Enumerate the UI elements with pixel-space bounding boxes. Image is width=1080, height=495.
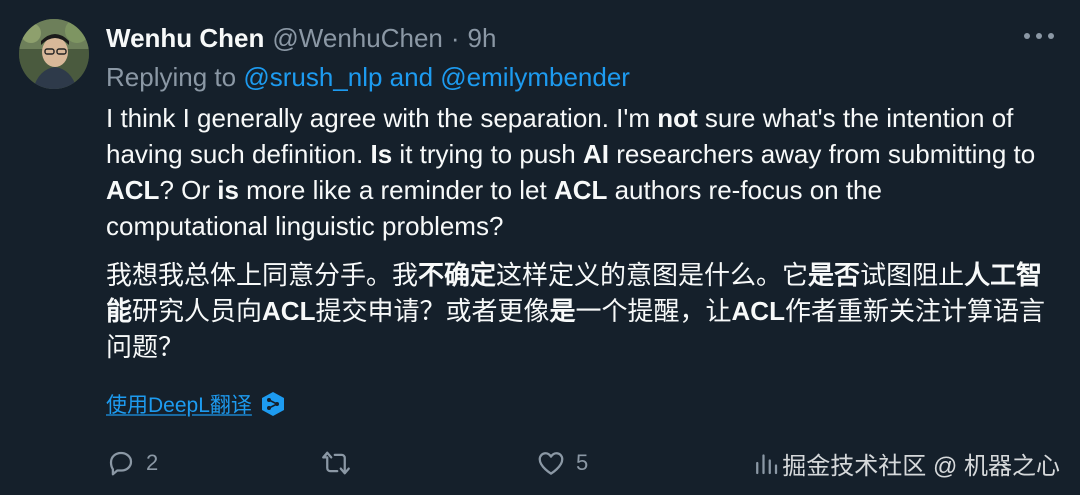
replying-to: Replying to @srush_nlp and @emilymbender: [106, 62, 630, 93]
text-bold: ACL: [262, 296, 316, 326]
reply-count: 2: [146, 450, 159, 475]
text-segment: I think I generally agree with the separ…: [106, 103, 658, 133]
text-segment: 研究人员向: [132, 296, 263, 326]
mention-link[interactable]: @emilymbender: [440, 62, 630, 92]
reply-button[interactable]: 2: [106, 448, 321, 478]
author-name[interactable]: Wenhu Chen: [106, 23, 264, 54]
timestamp[interactable]: 9h: [468, 23, 497, 54]
separator-dot: ·: [450, 22, 460, 53]
text-segment: more like a reminder to let: [238, 175, 554, 205]
action-bar: 2 5: [106, 444, 781, 482]
text-segment: 提交申请？或者更像: [315, 296, 550, 326]
avatar-photo: [19, 19, 89, 89]
replying-to-label: Replying to: [106, 62, 244, 92]
text-segment: 这样定义的意图是什么。它: [496, 260, 809, 290]
reply-icon: [109, 451, 133, 476]
text-bold: ACL: [731, 296, 785, 326]
text-bold: 是: [549, 296, 576, 326]
more-options-icon[interactable]: [1024, 26, 1054, 46]
text-segment: 一个提醒，让: [575, 296, 732, 326]
views-button[interactable]: [751, 448, 781, 478]
text-bold: Is: [370, 139, 393, 169]
text-bold: 不确定: [418, 260, 497, 290]
tweet-header: Wenhu Chen @WenhuChen · 9h: [106, 20, 496, 56]
like-button[interactable]: 5: [536, 448, 751, 478]
tweet-text-chinese: 我想我总体上同意分手。我不确定这样定义的意图是什么。它是否试图阻止人工智能研究人…: [106, 257, 1051, 365]
translate-link[interactable]: 使用DeepL翻译: [106, 389, 252, 419]
mention-link[interactable]: @srush_nlp: [243, 62, 382, 92]
translate-row: 使用DeepL翻译: [106, 389, 286, 419]
text-bold: 是否: [808, 260, 861, 290]
tweet: Wenhu Chen @WenhuChen · 9h Replying to @…: [0, 0, 1080, 495]
like-count: 5: [576, 450, 589, 475]
text-bold: is: [217, 175, 239, 205]
retweet-button[interactable]: [321, 448, 536, 478]
text-bold: ACL: [553, 175, 608, 205]
text-segment: 我想我总体上同意分手。我: [106, 260, 419, 290]
mention-conjunction[interactable]: and: [382, 62, 440, 92]
avatar[interactable]: [19, 19, 89, 89]
deepl-icon[interactable]: [260, 391, 286, 417]
heart-icon: [538, 452, 564, 475]
text-bold: ACL: [106, 175, 160, 205]
text-segment: ? Or: [159, 175, 218, 205]
tweet-text-english: I think I generally agree with the separ…: [106, 100, 1051, 244]
views-icon: [756, 454, 778, 475]
text-segment: 试图阻止: [860, 260, 965, 290]
retweet-icon: [322, 451, 350, 475]
watermark: 掘金技术社区 @ 机器之心: [782, 453, 1060, 480]
text-segment: researchers away from submitting to: [608, 139, 1036, 169]
text-bold: AI: [582, 139, 609, 169]
author-handle[interactable]: @WenhuChen: [272, 23, 442, 54]
text-segment: it trying to push: [392, 139, 583, 169]
text-bold: not: [657, 103, 698, 133]
